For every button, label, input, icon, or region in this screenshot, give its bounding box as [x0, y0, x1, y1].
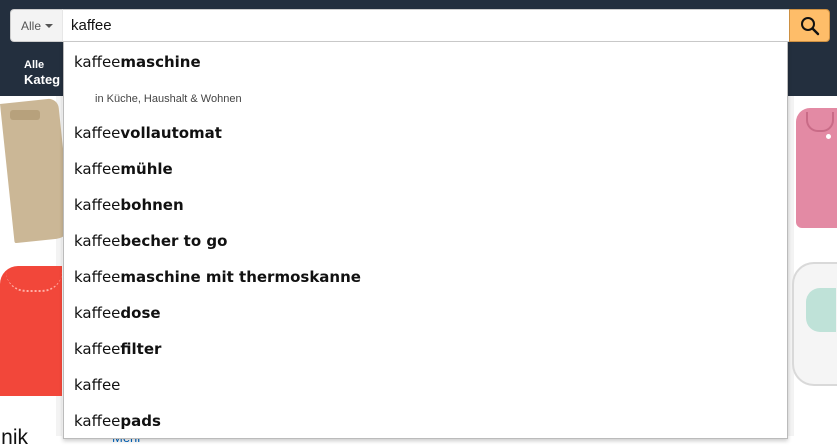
- suggestion-suffix: vollautomat: [120, 124, 222, 142]
- suggestion-item[interactable]: kaffee filter: [64, 331, 787, 367]
- suggestion-suffix: becher to go: [120, 232, 228, 250]
- suggestion-prefix: kaffee: [74, 53, 121, 71]
- suggestion-item[interactable]: kaffee bohnen: [64, 187, 787, 223]
- suggestion-item[interactable]: kaffee dose: [64, 295, 787, 331]
- suggestion-item[interactable]: kaffee: [64, 367, 787, 403]
- autocomplete-dropdown: kaffee maschine in Küche, Haushalt & Wohn…: [63, 42, 788, 439]
- suggestion-department-hint[interactable]: in Küche, Haushalt & Wohnen: [64, 87, 787, 111]
- suggestion-item[interactable]: kaffee maschine: [64, 44, 787, 80]
- suggestion-suffix: pads: [120, 412, 161, 430]
- search-scope-label: Alle: [21, 18, 42, 33]
- search-button[interactable]: [789, 9, 830, 42]
- suggestion-suffix: filter: [120, 340, 162, 358]
- suggestion-suffix: dose: [120, 304, 161, 322]
- suggestion-suffix: maschine: [120, 53, 201, 71]
- suggestion-item[interactable]: kaffee pads: [64, 403, 787, 439]
- suggestion-prefix: kaffee: [74, 124, 121, 142]
- all-categories-line1[interactable]: Alle: [24, 59, 44, 71]
- suggestion-suffix: bohnen: [120, 196, 184, 214]
- suggestion-prefix: kaffee: [74, 232, 121, 250]
- suggestion-suffix: mühle: [120, 160, 173, 178]
- suggestion-prefix: kaffee: [74, 160, 121, 178]
- magnifier-icon: [800, 16, 819, 35]
- search-input[interactable]: [62, 9, 789, 42]
- suggestion-suffix: maschine mit thermoskanne: [120, 268, 361, 286]
- caret-down-icon: [45, 24, 54, 28]
- product-image-shorts-fold: [10, 110, 40, 120]
- suggestion-item[interactable]: kaffee becher to go: [64, 223, 787, 259]
- suggestion-prefix: kaffee: [74, 412, 121, 430]
- suggestion-prefix: kaffee: [74, 268, 121, 286]
- suggestion-prefix: kaffee: [74, 304, 121, 322]
- department-name: Küche, Haushalt & Wohnen: [106, 93, 242, 105]
- search-scope-dropdown[interactable]: Alle: [10, 9, 62, 42]
- department-prefix: in: [95, 93, 104, 105]
- product-image-polo-button: [826, 134, 831, 139]
- product-image-sneaker-lining: [806, 288, 836, 332]
- suggestion-item[interactable]: kaffee vollautomat: [64, 115, 787, 151]
- page-divider-right: [788, 96, 794, 436]
- suggestion-prefix: kaffee: [74, 196, 121, 214]
- suggestion-prefix: kaffee: [74, 340, 121, 358]
- product-image-polo-collar: [806, 112, 834, 132]
- section-title: nd Technik: [0, 426, 29, 446]
- suggestion-item[interactable]: kaffee maschine mit thermoskanne: [64, 259, 787, 295]
- all-categories-line2[interactable]: Kateg: [24, 72, 60, 87]
- suggestion-prefix: kaffee: [74, 376, 121, 394]
- suggestion-item[interactable]: kaffee mühle: [64, 151, 787, 187]
